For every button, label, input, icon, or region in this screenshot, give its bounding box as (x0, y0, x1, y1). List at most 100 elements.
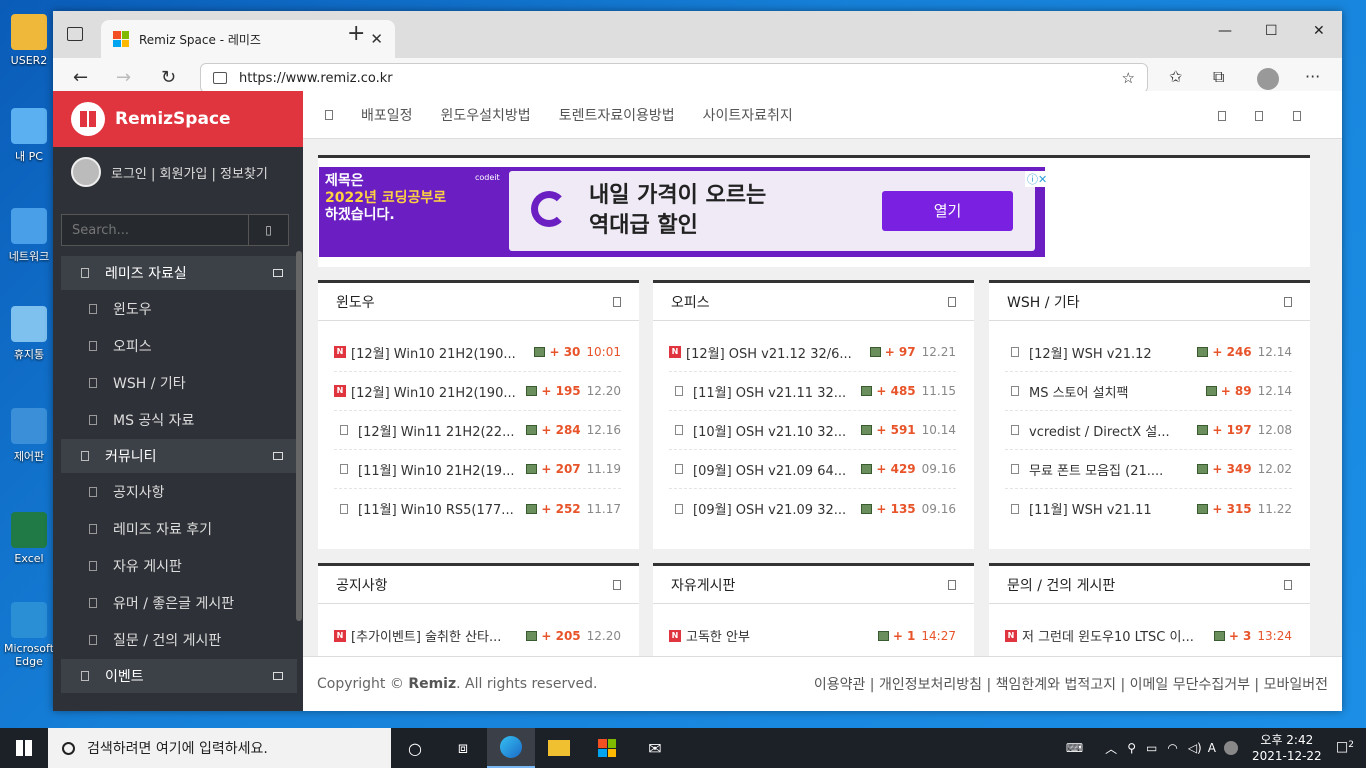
menu-toggle-icon[interactable] (325, 109, 333, 120)
back-button[interactable]: ← (73, 67, 88, 88)
menu-category[interactable]: 커뮤니티 (61, 439, 297, 473)
menu-item[interactable]: 레미즈 자료 후기 (61, 510, 297, 547)
card-more-icon[interactable] (613, 296, 621, 307)
list-item[interactable]: MS 스토어 설치팩 + 89 12.14 (1005, 372, 1292, 411)
expand-toggle-icon[interactable] (273, 452, 283, 460)
expand-toggle-icon[interactable] (273, 269, 283, 277)
post-title[interactable]: [11월] Win10 RS5(177... (358, 499, 520, 518)
card-more-icon[interactable] (613, 579, 621, 590)
card-title[interactable]: WSH / 기타 (1007, 292, 1080, 312)
list-item[interactable]: [11월] Win10 RS5(177... + 252 11.17 (334, 489, 621, 528)
menu-item[interactable]: 유머 / 좋은글 게시판 (61, 584, 297, 621)
list-item[interactable]: [10월] OSH v21.10 32... + 591 10.14 (669, 411, 956, 450)
post-title[interactable]: vcredist / DirectX 설... (1029, 421, 1191, 440)
new-tab-button[interactable]: + (347, 21, 365, 46)
topnav-link[interactable]: 토렌트자료이용방법 (559, 105, 675, 125)
close-window-button[interactable]: ✕ (1313, 23, 1325, 39)
list-item[interactable]: vcredist / DirectX 설... + 197 12.08 (1005, 411, 1292, 450)
menu-item[interactable]: 자유 게시판 (61, 547, 297, 584)
card-more-icon[interactable] (1284, 296, 1292, 307)
sidebar-scrollbar[interactable] (296, 251, 302, 621)
topnav-link[interactable]: 배포일정 (361, 105, 413, 125)
ime-icon[interactable]: A (1208, 741, 1216, 755)
menu-category[interactable]: 이벤트 (61, 659, 297, 693)
post-title[interactable]: [09월] OSH v21.09 32... (693, 499, 855, 518)
adchoices-icon[interactable]: ⓘ✕ (1025, 171, 1050, 187)
start-button[interactable] (0, 728, 48, 768)
desktop-icon[interactable]: USER2 (0, 14, 58, 67)
tab-close-icon[interactable]: ✕ (370, 30, 383, 48)
search-button[interactable]: ▯ (248, 215, 288, 245)
list-item[interactable]: [11월] WSH v21.11 + 315 11.22 (1005, 489, 1292, 528)
minimize-button[interactable]: — (1218, 23, 1232, 39)
ime-close-icon[interactable] (1223, 741, 1238, 755)
menu-item[interactable]: 윈도우 (61, 290, 297, 327)
list-item[interactable]: [09월] OSH v21.09 64... + 429 09.16 (669, 450, 956, 489)
list-item[interactable]: N 저 그런데 윈도우10 LTSC 이... + 3 13:24 (1005, 616, 1292, 655)
favorites-icon[interactable]: ✩ (1169, 67, 1182, 86)
list-item[interactable]: [11월] OSH v21.11 32... + 485 11.15 (669, 372, 956, 411)
desktop-icon[interactable]: 제어판 (0, 408, 58, 464)
ad-open-button[interactable]: 열기 (882, 191, 1013, 231)
task-view-icon[interactable]: ⧈ (439, 728, 487, 768)
collections-icon[interactable]: ⧉ (1213, 67, 1224, 87)
list-item[interactable]: 무료 폰트 모음집 (21.... + 349 12.02 (1005, 450, 1292, 489)
battery-icon[interactable]: ▭ (1146, 741, 1157, 755)
list-item[interactable]: N [12월] Win10 21H2(190... + 30 10:01 (334, 333, 621, 372)
mail-icon[interactable]: ✉ (631, 728, 679, 768)
maximize-button[interactable]: ☐ (1265, 23, 1278, 39)
post-title[interactable]: MS 스토어 설치팩 (1029, 382, 1200, 401)
card-title[interactable]: 공지사항 (336, 575, 388, 595)
store-icon[interactable] (583, 728, 631, 768)
list-item[interactable]: N [12월] OSH v21.12 32/6... + 97 12.21 (669, 333, 956, 372)
desktop-icon[interactable]: 네트워크 (0, 208, 58, 264)
topnav-icon-3[interactable] (1293, 111, 1301, 121)
post-title[interactable]: [12월] Win10 21H2(190... (351, 382, 520, 401)
post-title[interactable]: [11월] Win10 21H2(19... (358, 460, 520, 479)
post-title[interactable]: [11월] WSH v21.11 (1029, 499, 1191, 518)
cortana-icon[interactable]: ○ (391, 728, 439, 768)
topnav-link[interactable]: 윈도우설치방법 (441, 105, 531, 125)
post-title[interactable]: [12월] WSH v21.12 (1029, 343, 1191, 362)
list-item[interactable]: [12월] Win11 21H2(22... + 284 12.16 (334, 411, 621, 450)
footer-links[interactable]: 이용약관 | 개인정보처리방침 | 책임한계와 법적고지 | 이메일 무단수집거… (814, 674, 1328, 694)
tab-actions-icon[interactable] (67, 27, 83, 41)
list-item[interactable]: N 고독한 안부 + 1 14:27 (669, 616, 956, 655)
list-item[interactable]: [09월] OSH v21.09 32... + 135 09.16 (669, 489, 956, 528)
file-explorer-icon[interactable] (535, 728, 583, 768)
card-more-icon[interactable] (948, 296, 956, 307)
card-more-icon[interactable] (948, 579, 956, 590)
post-title[interactable]: [12월] Win11 21H2(22... (358, 421, 520, 440)
clock[interactable]: 오후 2:42 2021-12-22 (1252, 732, 1322, 764)
list-item[interactable]: N [12월] Win10 21H2(190... + 195 12.20 (334, 372, 621, 411)
topnav-icon-1[interactable] (1218, 111, 1226, 121)
add-favorite-icon[interactable]: ☆ (1122, 69, 1135, 87)
tray-chevron-icon[interactable]: ︿ (1105, 740, 1117, 757)
desktop-icon[interactable]: 내 PC (0, 108, 58, 164)
notification-icon[interactable]: ☐2 (1336, 740, 1354, 757)
post-title[interactable]: [10월] OSH v21.10 32... (693, 421, 855, 440)
card-title[interactable]: 오피스 (671, 292, 710, 312)
post-title[interactable]: 저 그런데 윈도우10 LTSC 이... (1022, 626, 1208, 645)
menu-item[interactable]: WSH / 기타 (61, 364, 297, 401)
menu-item[interactable]: 질문 / 건의 게시판 (61, 621, 297, 658)
site-brand[interactable]: RemizSpace (53, 91, 303, 147)
desktop-icon[interactable]: Excel (0, 512, 58, 565)
network-icon[interactable]: ⚲ (1127, 741, 1136, 755)
desktop-icon[interactable]: Microsoft Edge (0, 602, 58, 668)
card-more-icon[interactable] (1284, 579, 1292, 590)
menu-item[interactable]: 오피스 (61, 327, 297, 364)
menu-category[interactable]: 레미즈 자료실 (61, 256, 297, 290)
post-title[interactable]: [추가이벤트] 술취한 산타... (351, 626, 520, 645)
topnav-link[interactable]: 사이트자료취지 (703, 105, 793, 125)
keyboard-icon[interactable]: ⌨ (1066, 741, 1083, 755)
volume-icon[interactable]: ◁) (1188, 741, 1202, 755)
post-title[interactable]: 고독한 안부 (686, 626, 872, 645)
user-links[interactable]: 로그인 | 회원가입 | 정보찾기 (111, 163, 268, 182)
search-input[interactable] (62, 215, 248, 245)
menu-item[interactable]: 공지사항 (61, 473, 297, 510)
taskbar-search[interactable]: 검색하려면 여기에 입력하세요. (48, 728, 391, 768)
url-field[interactable]: https://www.remiz.co.kr ☆ (200, 63, 1148, 93)
list-item[interactable]: [12월] WSH v21.12 + 246 12.14 (1005, 333, 1292, 372)
post-title[interactable]: 무료 폰트 모음집 (21.... (1029, 460, 1191, 479)
